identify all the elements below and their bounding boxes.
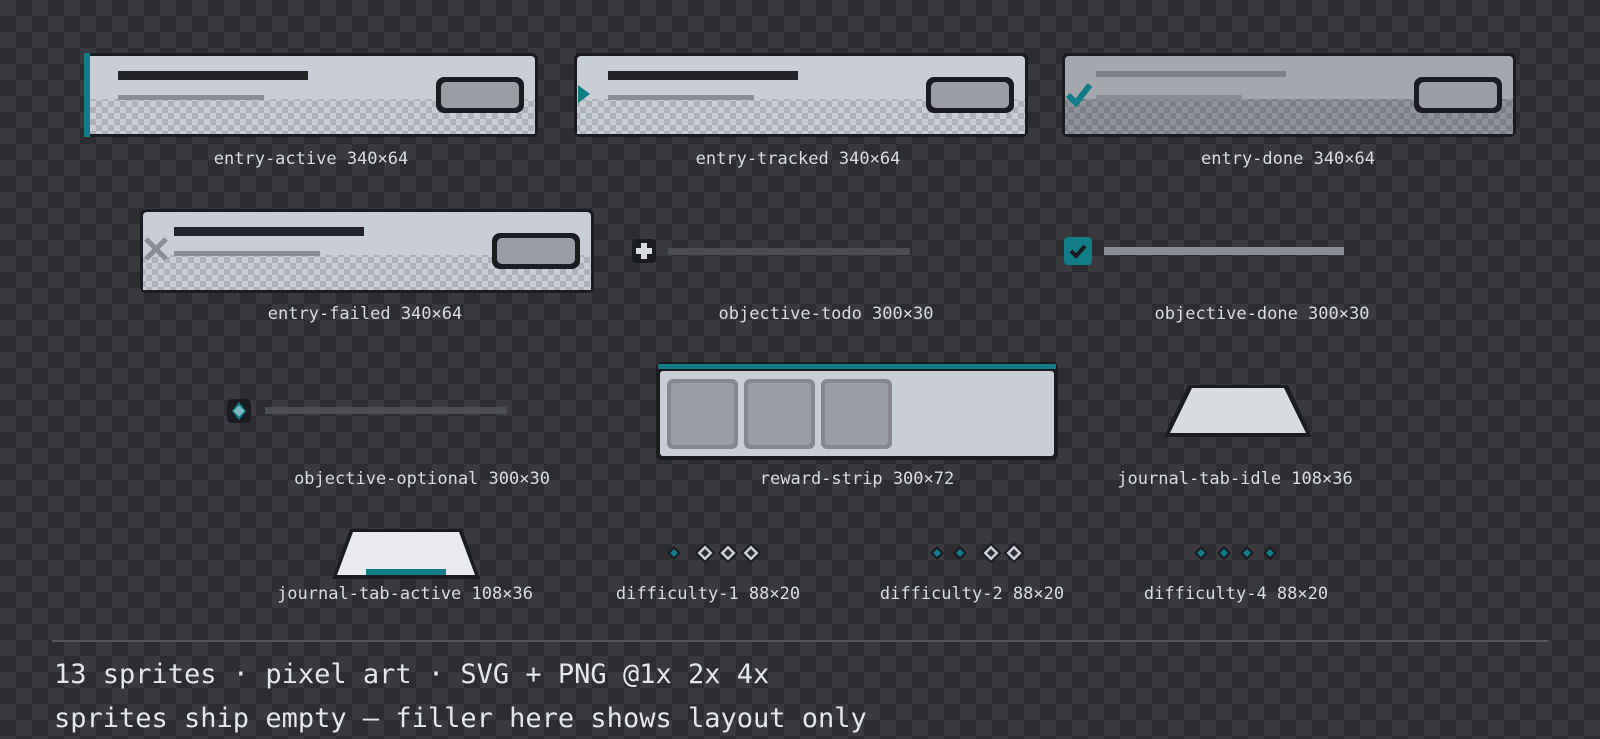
- difficulty-2-sprite: [929, 541, 1025, 565]
- footer-divider: [52, 640, 1548, 642]
- reward-slot-fill: [671, 383, 734, 445]
- sprite-label: reward-strip 300×72: [759, 469, 955, 489]
- reward-slot-fill: [748, 383, 811, 445]
- sprite-label: entry-tracked 340×64: [695, 149, 901, 169]
- accent-bar: [84, 53, 90, 137]
- objective-done-sprite: [1064, 237, 1346, 265]
- objective-text-filler: [1104, 247, 1344, 255]
- entry-active-sprite: [84, 53, 538, 137]
- entry-done-sprite: [1062, 53, 1516, 137]
- journal-tab-idle-sprite: [1164, 385, 1312, 437]
- reward-slots: [667, 379, 892, 449]
- difficulty-4-sprite: [1193, 541, 1283, 565]
- sprite-label: difficulty-1 88×20: [615, 584, 801, 604]
- sprite-label: difficulty-4 88×20: [1143, 584, 1329, 604]
- objective-text-filler: [265, 407, 507, 414]
- difficulty-1-sprite: [666, 541, 762, 565]
- sprite-label: objective-optional 300×30: [294, 469, 550, 489]
- accent-bar: [658, 364, 1056, 369]
- accent-bar: [366, 569, 446, 575]
- footer-summary: 13 sprites · pixel art · SVG + PNG @1x 2…: [54, 659, 770, 690]
- reward-strip-sprite: [656, 362, 1058, 460]
- sprite-label: objective-done 300×30: [1154, 304, 1370, 324]
- entry-failed-sprite: [140, 209, 594, 293]
- entry-tracked-sprite: [574, 53, 1028, 137]
- sprite-label: difficulty-2 88×20: [879, 584, 1065, 604]
- journal-tab-active-sprite: [332, 529, 480, 579]
- objective-text-filler: [668, 248, 910, 255]
- footer-note: sprites ship empty — filler here shows l…: [54, 703, 867, 734]
- sprite-label: journal-tab-idle 108×36: [1117, 469, 1353, 489]
- sprite-label: entry-failed 340×64: [267, 304, 463, 324]
- sprite-label: entry-active 340×64: [213, 149, 409, 169]
- objective-todo-sprite: [632, 237, 912, 265]
- subtitle-filler: [118, 95, 264, 100]
- sprite-label: journal-tab-active 108×36: [277, 584, 533, 604]
- sprite-label: entry-done 340×64: [1201, 149, 1375, 169]
- reward-slot-fill: [825, 383, 888, 445]
- objective-optional-sprite: [227, 397, 509, 425]
- title-filler: [118, 71, 308, 80]
- button-slot: [441, 82, 519, 108]
- sprite-label: objective-todo 300×30: [718, 304, 934, 324]
